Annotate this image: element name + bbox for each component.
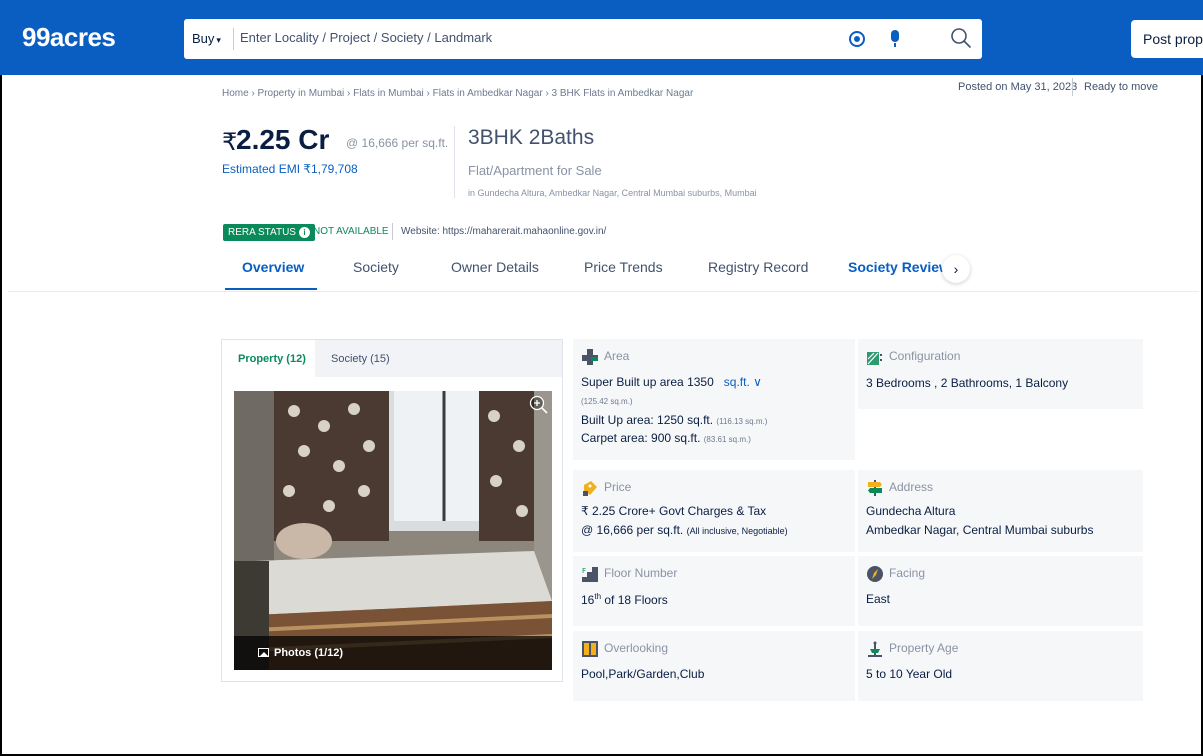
posted-date: Posted on May 31, 2023 xyxy=(958,81,1078,93)
breadcrumb[interactable]: Home › Property in Mumbai › Flats in Mum… xyxy=(222,88,693,99)
detail-property-age: Property Age 5 to 10 Year Old xyxy=(858,631,1143,701)
floor-total: of 18 Floors xyxy=(601,593,668,607)
signpost-icon xyxy=(868,480,882,496)
property-age-label: Property Age xyxy=(889,641,959,655)
facing-label: Facing xyxy=(889,566,926,580)
built-up-area-sqm: (116.13 sq.m.) xyxy=(716,417,768,426)
image-icon xyxy=(258,648,269,657)
search-bar: Buy ▾ Enter Locality / Project / Society … xyxy=(184,19,982,59)
carpet-area-sqm: (83.61 sq.m.) xyxy=(703,435,751,444)
tabs-divider xyxy=(8,291,1199,292)
price-per-sqft-detail: @ 16,666 per sq.ft. (All inclusive, Nego… xyxy=(581,523,788,537)
price-value: ₹ 2.25 Crore+ Govt Charges & Tax xyxy=(581,504,767,518)
detail-price: Price ₹ 2.25 Crore+ Govt Charges & Tax @… xyxy=(573,470,855,552)
price-amount: 2.25 Cr xyxy=(236,124,330,155)
search-icon[interactable] xyxy=(950,27,972,49)
site-logo[interactable]: 99acres xyxy=(22,22,116,53)
price-note: (All inclusive, Negotiable) xyxy=(686,526,788,536)
top-navbar: 99acres Buy ▾ Enter Locality / Project / … xyxy=(0,0,1203,75)
carpet-area: Carpet area: 900 sq.ft. (83.61 sq.m.) xyxy=(581,431,751,445)
super-built-area: Super Built up area 1350 sq.ft. ∨ xyxy=(581,375,762,389)
overlooking-icon xyxy=(582,641,598,657)
active-tab-indicator xyxy=(225,288,317,290)
detail-area: Area Super Built up area 1350 sq.ft. ∨ (… xyxy=(573,339,855,460)
property-photo[interactable]: Photos (1/12) xyxy=(234,391,552,670)
rera-status-badge[interactable]: RERA STATUS i xyxy=(223,224,315,241)
tab-owner-details[interactable]: Owner Details xyxy=(451,259,539,275)
price-per-sqft: @ 16,666 per sq.ft. xyxy=(346,136,449,150)
detail-facing: Facing East xyxy=(858,556,1143,626)
property-age-value: 5 to 10 Year Old xyxy=(866,667,953,681)
media-tab-society[interactable]: Society (15) xyxy=(315,340,562,377)
photos-count-label: Photos (1/12) xyxy=(274,647,344,659)
bedroom-photo-illustration xyxy=(234,391,552,670)
compass-icon xyxy=(867,566,883,582)
detail-floor: F Floor Number 16th of 18 Floors xyxy=(573,556,855,626)
area-unit-dropdown[interactable]: sq.ft. ∨ xyxy=(717,375,762,389)
rera-status-value: NOT AVAILABLE xyxy=(313,226,389,237)
rera-divider xyxy=(392,223,393,240)
possession-status: Ready to move xyxy=(1084,81,1158,93)
rera-badge-label: RERA STATUS xyxy=(228,227,296,238)
tab-society[interactable]: Society xyxy=(353,259,399,275)
detail-address: Address Gundecha Altura Ambedkar Nagar, … xyxy=(858,470,1143,552)
post-property-button[interactable]: Post proper xyxy=(1131,20,1203,58)
configuration-icon xyxy=(867,352,882,365)
price-divider xyxy=(454,126,455,198)
photos-count-button[interactable]: Photos (1/12) xyxy=(234,636,552,670)
price-label: Price xyxy=(604,480,632,494)
overlooking-label: Overlooking xyxy=(604,641,669,655)
overlooking-value: Pool,Park/Garden,Club xyxy=(581,667,705,681)
price-tag-icon xyxy=(583,481,597,496)
chevron-down-icon: ∨ xyxy=(753,375,762,389)
carpet-area-value: Carpet area: 900 sq.ft. xyxy=(581,431,701,445)
address-label: Address xyxy=(889,480,934,494)
tab-registry-record[interactable]: Registry Record xyxy=(708,259,808,275)
rera-website: Website: https://maharerait.mahaonline.g… xyxy=(401,226,607,237)
floor-label: Floor Number xyxy=(604,566,678,580)
built-up-area-value: Built Up area: 1250 sq.ft. xyxy=(581,413,714,427)
floor-number: 16 xyxy=(581,593,595,607)
media-card: Property (12) Society (15) Photos (1/12) xyxy=(221,339,563,682)
media-tab-property[interactable]: Property (12) xyxy=(222,340,315,377)
area-label: Area xyxy=(604,349,630,363)
address-line1: Gundecha Altura xyxy=(866,504,956,518)
price-per-sqft-value: @ 16,666 per sq.ft. xyxy=(581,523,684,537)
chevron-down-icon: ▾ xyxy=(216,35,221,45)
configuration-value: 3 Bedrooms , 2 Bathrooms, 1 Balcony xyxy=(866,376,1069,390)
svg-text:F: F xyxy=(582,567,586,575)
address-line2: Ambedkar Nagar, Central Mumbai suburbs xyxy=(866,523,1094,537)
tabs-next-arrow-icon[interactable]: › xyxy=(942,255,970,283)
floor-value: 16th of 18 Floors xyxy=(581,592,668,607)
search-input[interactable]: Enter Locality / Project / Society / Lan… xyxy=(240,30,492,45)
search-divider xyxy=(233,28,234,50)
configuration-label: Configuration xyxy=(889,349,961,363)
tab-overview[interactable]: Overview xyxy=(242,259,304,275)
facing-value: East xyxy=(866,592,891,606)
config-title: 3BHK 2Baths xyxy=(468,126,595,149)
buy-dropdown[interactable]: Buy ▾ xyxy=(192,31,221,46)
info-icon[interactable]: i xyxy=(298,227,310,238)
location-icon[interactable] xyxy=(849,31,865,47)
built-up-area: Built Up area: 1250 sq.ft. (116.13 sq.m.… xyxy=(581,413,767,427)
hourglass-icon xyxy=(868,641,882,657)
zoom-icon[interactable] xyxy=(529,395,549,415)
super-built-area-sqm: (125.42 sq.m.) xyxy=(581,397,633,406)
property-location: in Gundecha Altura, Ambedkar Nagar, Cent… xyxy=(468,188,757,198)
detail-overlooking: Overlooking Pool,Park/Garden,Club xyxy=(573,631,855,701)
property-type: Flat/Apartment for Sale xyxy=(468,163,602,178)
area-unit-label: sq.ft. xyxy=(723,375,750,389)
detail-configuration: Configuration 3 Bedrooms , 2 Bathrooms, … xyxy=(858,339,1143,409)
meta-divider xyxy=(1072,78,1073,96)
floor-icon: F xyxy=(582,567,598,582)
media-tabs: Property (12) Society (15) xyxy=(222,340,562,377)
estimated-emi-link[interactable]: Estimated EMI ₹1,79,708 xyxy=(222,162,358,176)
tab-price-trends[interactable]: Price Trends xyxy=(584,259,663,275)
section-tabs: Overview Society Owner Details Price Tre… xyxy=(225,255,970,291)
buy-dropdown-label: Buy xyxy=(192,31,215,46)
rupee-symbol: ₹ xyxy=(222,129,238,156)
area-icon xyxy=(582,349,598,365)
super-built-area-value: Super Built up area 1350 xyxy=(581,375,714,389)
microphone-icon[interactable] xyxy=(891,30,899,47)
